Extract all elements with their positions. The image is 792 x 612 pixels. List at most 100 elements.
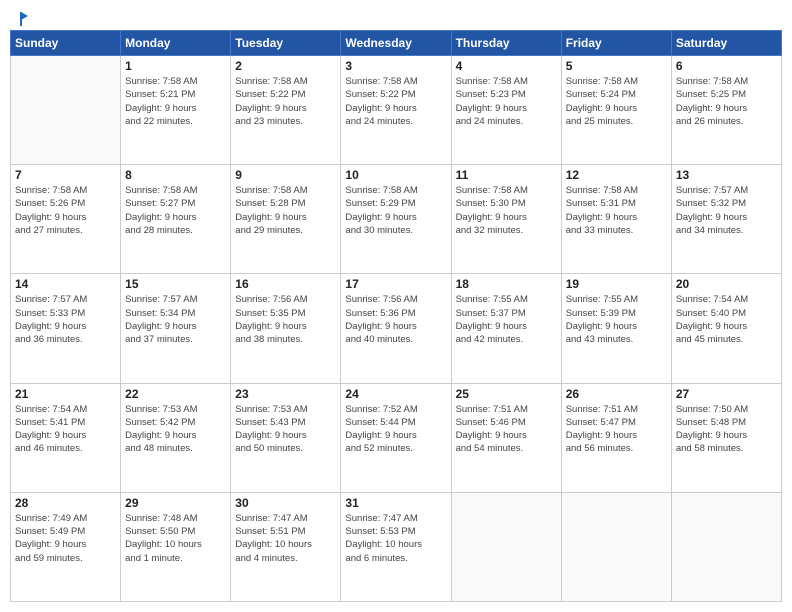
- calendar-day-cell: 2 Sunrise: 7:58 AM Sunset: 5:22 PM Daylig…: [231, 56, 341, 165]
- calendar-day-cell: 24 Sunrise: 7:52 AM Sunset: 5:44 PM Dayli…: [341, 383, 451, 492]
- day-info: Sunrise: 7:55 AM Sunset: 5:39 PM Dayligh…: [566, 293, 667, 346]
- day-number: 13: [676, 168, 777, 182]
- day-info: Sunrise: 7:53 AM Sunset: 5:43 PM Dayligh…: [235, 403, 336, 456]
- day-number: 11: [456, 168, 557, 182]
- calendar-week-row: 1 Sunrise: 7:58 AM Sunset: 5:21 PM Daylig…: [11, 56, 782, 165]
- calendar-day-cell: 28 Sunrise: 7:49 AM Sunset: 5:49 PM Dayli…: [11, 492, 121, 601]
- day-info: Sunrise: 7:58 AM Sunset: 5:26 PM Dayligh…: [15, 184, 116, 237]
- day-number: 28: [15, 496, 116, 510]
- day-info: Sunrise: 7:57 AM Sunset: 5:32 PM Dayligh…: [676, 184, 777, 237]
- weekday-header: Thursday: [451, 31, 561, 56]
- weekday-header: Saturday: [671, 31, 781, 56]
- calendar-day-cell: 10 Sunrise: 7:58 AM Sunset: 5:29 PM Dayli…: [341, 165, 451, 274]
- calendar-day-cell: [561, 492, 671, 601]
- day-number: 24: [345, 387, 446, 401]
- page-header: [10, 10, 782, 24]
- day-info: Sunrise: 7:58 AM Sunset: 5:24 PM Dayligh…: [566, 75, 667, 128]
- day-info: Sunrise: 7:50 AM Sunset: 5:48 PM Dayligh…: [676, 403, 777, 456]
- calendar-day-cell: 9 Sunrise: 7:58 AM Sunset: 5:28 PM Daylig…: [231, 165, 341, 274]
- calendar-day-cell: 25 Sunrise: 7:51 AM Sunset: 5:46 PM Dayli…: [451, 383, 561, 492]
- day-info: Sunrise: 7:56 AM Sunset: 5:36 PM Dayligh…: [345, 293, 446, 346]
- weekday-header: Tuesday: [231, 31, 341, 56]
- day-number: 29: [125, 496, 226, 510]
- day-number: 27: [676, 387, 777, 401]
- day-number: 6: [676, 59, 777, 73]
- calendar-day-cell: 13 Sunrise: 7:57 AM Sunset: 5:32 PM Dayli…: [671, 165, 781, 274]
- calendar-day-cell: 18Sunrise: 7:55 AM Sunset: 5:37 PM Dayli…: [451, 274, 561, 383]
- day-number: 1: [125, 59, 226, 73]
- calendar-day-cell: [671, 492, 781, 601]
- day-info: Sunrise: 7:52 AM Sunset: 5:44 PM Dayligh…: [345, 403, 446, 456]
- weekday-header: Sunday: [11, 31, 121, 56]
- day-info: Sunrise: 7:51 AM Sunset: 5:47 PM Dayligh…: [566, 403, 667, 456]
- calendar-day-cell: 3Sunrise: 7:58 AM Sunset: 5:22 PM Daylig…: [341, 56, 451, 165]
- calendar-day-cell: 4Sunrise: 7:58 AM Sunset: 5:23 PM Daylig…: [451, 56, 561, 165]
- day-info: Sunrise: 7:58 AM Sunset: 5:25 PM Dayligh…: [676, 75, 777, 128]
- calendar-week-row: 28 Sunrise: 7:49 AM Sunset: 5:49 PM Dayli…: [11, 492, 782, 601]
- calendar-day-cell: 20Sunrise: 7:54 AM Sunset: 5:40 PM Dayli…: [671, 274, 781, 383]
- day-number: 17: [345, 277, 446, 291]
- day-number: 31: [345, 496, 446, 510]
- calendar-day-cell: 21Sunrise: 7:54 AM Sunset: 5:41 PM Dayli…: [11, 383, 121, 492]
- calendar-day-cell: 16 Sunrise: 7:56 AM Sunset: 5:35 PM Dayli…: [231, 274, 341, 383]
- day-info: Sunrise: 7:58 AM Sunset: 5:27 PM Dayligh…: [125, 184, 226, 237]
- calendar-day-cell: 17 Sunrise: 7:56 AM Sunset: 5:36 PM Dayli…: [341, 274, 451, 383]
- day-info: Sunrise: 7:48 AM Sunset: 5:50 PM Dayligh…: [125, 512, 226, 565]
- day-number: 21: [15, 387, 116, 401]
- calendar-day-cell: 6 Sunrise: 7:58 AM Sunset: 5:25 PM Daylig…: [671, 56, 781, 165]
- day-number: 19: [566, 277, 667, 291]
- day-number: 20: [676, 277, 777, 291]
- day-info: Sunrise: 7:47 AM Sunset: 5:51 PM Dayligh…: [235, 512, 336, 565]
- calendar-day-cell: 8 Sunrise: 7:58 AM Sunset: 5:27 PM Daylig…: [121, 165, 231, 274]
- day-info: Sunrise: 7:49 AM Sunset: 5:49 PM Dayligh…: [15, 512, 116, 565]
- calendar-week-row: 14Sunrise: 7:57 AM Sunset: 5:33 PM Dayli…: [11, 274, 782, 383]
- calendar-day-cell: 15 Sunrise: 7:57 AM Sunset: 5:34 PM Dayli…: [121, 274, 231, 383]
- day-number: 23: [235, 387, 336, 401]
- calendar-day-cell: 26Sunrise: 7:51 AM Sunset: 5:47 PM Dayli…: [561, 383, 671, 492]
- calendar-header-row: SundayMondayTuesdayWednesdayThursdayFrid…: [11, 31, 782, 56]
- calendar-day-cell: [11, 56, 121, 165]
- calendar-day-cell: 30 Sunrise: 7:47 AM Sunset: 5:51 PM Dayli…: [231, 492, 341, 601]
- logo-flag-icon: [12, 10, 30, 28]
- day-info: Sunrise: 7:55 AM Sunset: 5:37 PM Dayligh…: [456, 293, 557, 346]
- calendar-day-cell: 7 Sunrise: 7:58 AM Sunset: 5:26 PM Daylig…: [11, 165, 121, 274]
- day-number: 2: [235, 59, 336, 73]
- calendar-day-cell: 31Sunrise: 7:47 AM Sunset: 5:53 PM Dayli…: [341, 492, 451, 601]
- calendar-day-cell: 22 Sunrise: 7:53 AM Sunset: 5:42 PM Dayli…: [121, 383, 231, 492]
- calendar-week-row: 21Sunrise: 7:54 AM Sunset: 5:41 PM Dayli…: [11, 383, 782, 492]
- logo: [10, 10, 30, 24]
- day-number: 8: [125, 168, 226, 182]
- calendar-day-cell: 14Sunrise: 7:57 AM Sunset: 5:33 PM Dayli…: [11, 274, 121, 383]
- day-number: 30: [235, 496, 336, 510]
- day-number: 12: [566, 168, 667, 182]
- calendar-day-cell: 5 Sunrise: 7:58 AM Sunset: 5:24 PM Daylig…: [561, 56, 671, 165]
- day-info: Sunrise: 7:58 AM Sunset: 5:22 PM Dayligh…: [345, 75, 446, 128]
- calendar-day-cell: 29 Sunrise: 7:48 AM Sunset: 5:50 PM Dayli…: [121, 492, 231, 601]
- calendar-day-cell: [451, 492, 561, 601]
- day-number: 15: [125, 277, 226, 291]
- calendar-day-cell: 23 Sunrise: 7:53 AM Sunset: 5:43 PM Dayli…: [231, 383, 341, 492]
- calendar-day-cell: 19 Sunrise: 7:55 AM Sunset: 5:39 PM Dayli…: [561, 274, 671, 383]
- day-info: Sunrise: 7:58 AM Sunset: 5:30 PM Dayligh…: [456, 184, 557, 237]
- day-info: Sunrise: 7:58 AM Sunset: 5:21 PM Dayligh…: [125, 75, 226, 128]
- weekday-header: Friday: [561, 31, 671, 56]
- day-number: 16: [235, 277, 336, 291]
- day-info: Sunrise: 7:58 AM Sunset: 5:29 PM Dayligh…: [345, 184, 446, 237]
- day-number: 22: [125, 387, 226, 401]
- day-number: 7: [15, 168, 116, 182]
- calendar-day-cell: 27 Sunrise: 7:50 AM Sunset: 5:48 PM Dayli…: [671, 383, 781, 492]
- day-info: Sunrise: 7:53 AM Sunset: 5:42 PM Dayligh…: [125, 403, 226, 456]
- day-info: Sunrise: 7:56 AM Sunset: 5:35 PM Dayligh…: [235, 293, 336, 346]
- day-number: 5: [566, 59, 667, 73]
- day-info: Sunrise: 7:58 AM Sunset: 5:28 PM Dayligh…: [235, 184, 336, 237]
- day-info: Sunrise: 7:51 AM Sunset: 5:46 PM Dayligh…: [456, 403, 557, 456]
- calendar-day-cell: 11 Sunrise: 7:58 AM Sunset: 5:30 PM Dayli…: [451, 165, 561, 274]
- day-number: 25: [456, 387, 557, 401]
- weekday-header: Wednesday: [341, 31, 451, 56]
- day-number: 10: [345, 168, 446, 182]
- day-info: Sunrise: 7:57 AM Sunset: 5:34 PM Dayligh…: [125, 293, 226, 346]
- day-number: 9: [235, 168, 336, 182]
- weekday-header: Monday: [121, 31, 231, 56]
- day-number: 4: [456, 59, 557, 73]
- day-info: Sunrise: 7:58 AM Sunset: 5:22 PM Dayligh…: [235, 75, 336, 128]
